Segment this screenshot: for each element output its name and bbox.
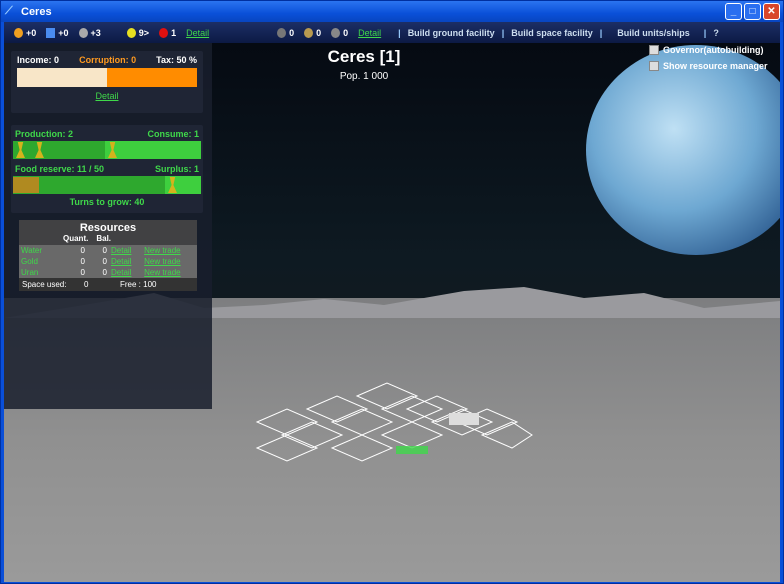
resource-name: Uran <box>21 268 39 277</box>
window-title: Ceres <box>21 5 52 18</box>
corruption-label: Corruption: 0 <box>79 55 137 65</box>
build-ground-menu[interactable]: Build ground facility <box>408 28 495 38</box>
unrest-icon <box>159 27 169 38</box>
city-header: Ceres [1] Pop. 1 000 <box>284 47 444 82</box>
checkbox[interactable] <box>649 45 659 55</box>
resource-bal: 0 <box>102 257 107 266</box>
resource-name: Gold <box>21 257 38 266</box>
detail-link-2[interactable]: Detail <box>358 28 381 38</box>
new-trade-link[interactable]: New trade <box>144 268 180 277</box>
ship-value: 0 <box>316 27 322 38</box>
resource-name: Water <box>21 246 43 255</box>
culture-icon <box>78 27 88 38</box>
resource-manager-checkbox[interactable]: Show resource manager <box>649 61 768 71</box>
resource-row: Water 0 0 Detail New trade <box>19 245 197 256</box>
resources-panel: Resources Quant. Bal. Water 0 0 Detail New tr… <box>19 220 197 291</box>
quant-header: Quant. <box>63 234 89 243</box>
military-value: 0 <box>289 27 295 38</box>
resource-detail-link[interactable]: Detail <box>111 268 131 277</box>
money-value: +0 <box>26 27 37 38</box>
top-bar: +0 +0 +3 9> 1 Detail 0 0 0 Detail | Build… <box>4 22 780 43</box>
maximize-button[interactable]: □ <box>744 3 761 20</box>
finance-box: Income: 0 Corruption: 0 Tax: 50 % Detail <box>11 51 203 113</box>
tax-bar[interactable] <box>17 68 197 87</box>
space-used-value: 0 <box>84 280 89 289</box>
culture-value: +3 <box>90 27 101 38</box>
detail-link[interactable]: Detail <box>186 28 209 38</box>
production-bar <box>13 141 201 159</box>
finance-detail-link[interactable]: Detail <box>95 91 118 101</box>
new-trade-link[interactable]: New trade <box>144 257 180 266</box>
resource-quant: 0 <box>80 246 85 255</box>
new-trade-link[interactable]: New trade <box>144 246 180 255</box>
smiley-icon <box>126 27 136 38</box>
resource-manager-label: Show resource manager <box>663 61 768 71</box>
turns-to-grow: Turns to grow: 40 <box>69 197 145 207</box>
science-value: +0 <box>58 27 69 38</box>
food-stock <box>13 177 39 193</box>
income-label: Income: 0 <box>17 55 60 65</box>
soldier-icon <box>331 27 341 38</box>
farm[interactable] <box>396 446 428 454</box>
ship-icon <box>304 27 314 38</box>
resource-row: Gold 0 0 Detail New trade <box>19 256 197 267</box>
resource-quant: 0 <box>80 257 85 266</box>
space-used-label: Space used: <box>22 280 67 289</box>
build-space-menu[interactable]: Build space facility <box>511 28 593 38</box>
coin-icon <box>14 27 23 38</box>
tank-icon <box>277 27 287 38</box>
app-icon: ⟋ <box>5 5 13 17</box>
grid-tiles[interactable] <box>255 382 533 462</box>
tax-label: Tax: 50 % <box>156 55 197 65</box>
build-units-menu[interactable]: Build units/ships <box>617 28 690 38</box>
building[interactable] <box>449 413 479 425</box>
governor-checkbox[interactable]: Governor(autobuilding) <box>649 45 768 55</box>
food-box: Production: 2 Consume: 1 Food reserve: 11… <box>11 125 203 213</box>
resource-quant: 0 <box>80 268 85 277</box>
checkbox[interactable] <box>649 61 659 71</box>
unrest-value: 1 <box>171 27 177 38</box>
minimize-button[interactable]: _ <box>725 3 742 20</box>
bal-header: Bal. <box>96 234 112 243</box>
city-name: Ceres [1] <box>327 47 401 66</box>
production-label: Production: 2 <box>15 129 73 139</box>
resource-detail-link[interactable]: Detail <box>111 246 131 255</box>
food-reserve-bar <box>13 176 201 194</box>
happiness-value: 9> <box>138 27 150 38</box>
close-button[interactable]: ✕ <box>763 3 780 20</box>
resource-bal: 0 <box>102 268 107 277</box>
population: Pop. 1 000 <box>339 71 389 82</box>
resources-title: Resources <box>79 222 137 234</box>
window: ⟋ Ceres _ □ ✕ Ceres [1] Pop. 1 000 Gover… <box>0 0 784 584</box>
resource-detail-link[interactable]: Detail <box>111 257 131 266</box>
title-bar: ⟋ Ceres _ □ ✕ <box>1 1 783 22</box>
flask-icon <box>46 27 56 38</box>
surplus-label: Surplus: 1 <box>154 164 199 174</box>
consume-label: Consume: 1 <box>147 129 199 139</box>
resource-bal: 0 <box>102 246 107 255</box>
free-space: Free : 100 <box>120 280 157 289</box>
help-menu[interactable]: ? <box>713 28 719 38</box>
resource-row: Uran 0 0 Detail New trade <box>19 267 197 278</box>
governor-label: Governor(autobuilding) <box>663 45 764 55</box>
soldier-value: 0 <box>343 27 349 38</box>
food-reserve-label: Food reserve: 11 / 50 <box>15 164 105 174</box>
